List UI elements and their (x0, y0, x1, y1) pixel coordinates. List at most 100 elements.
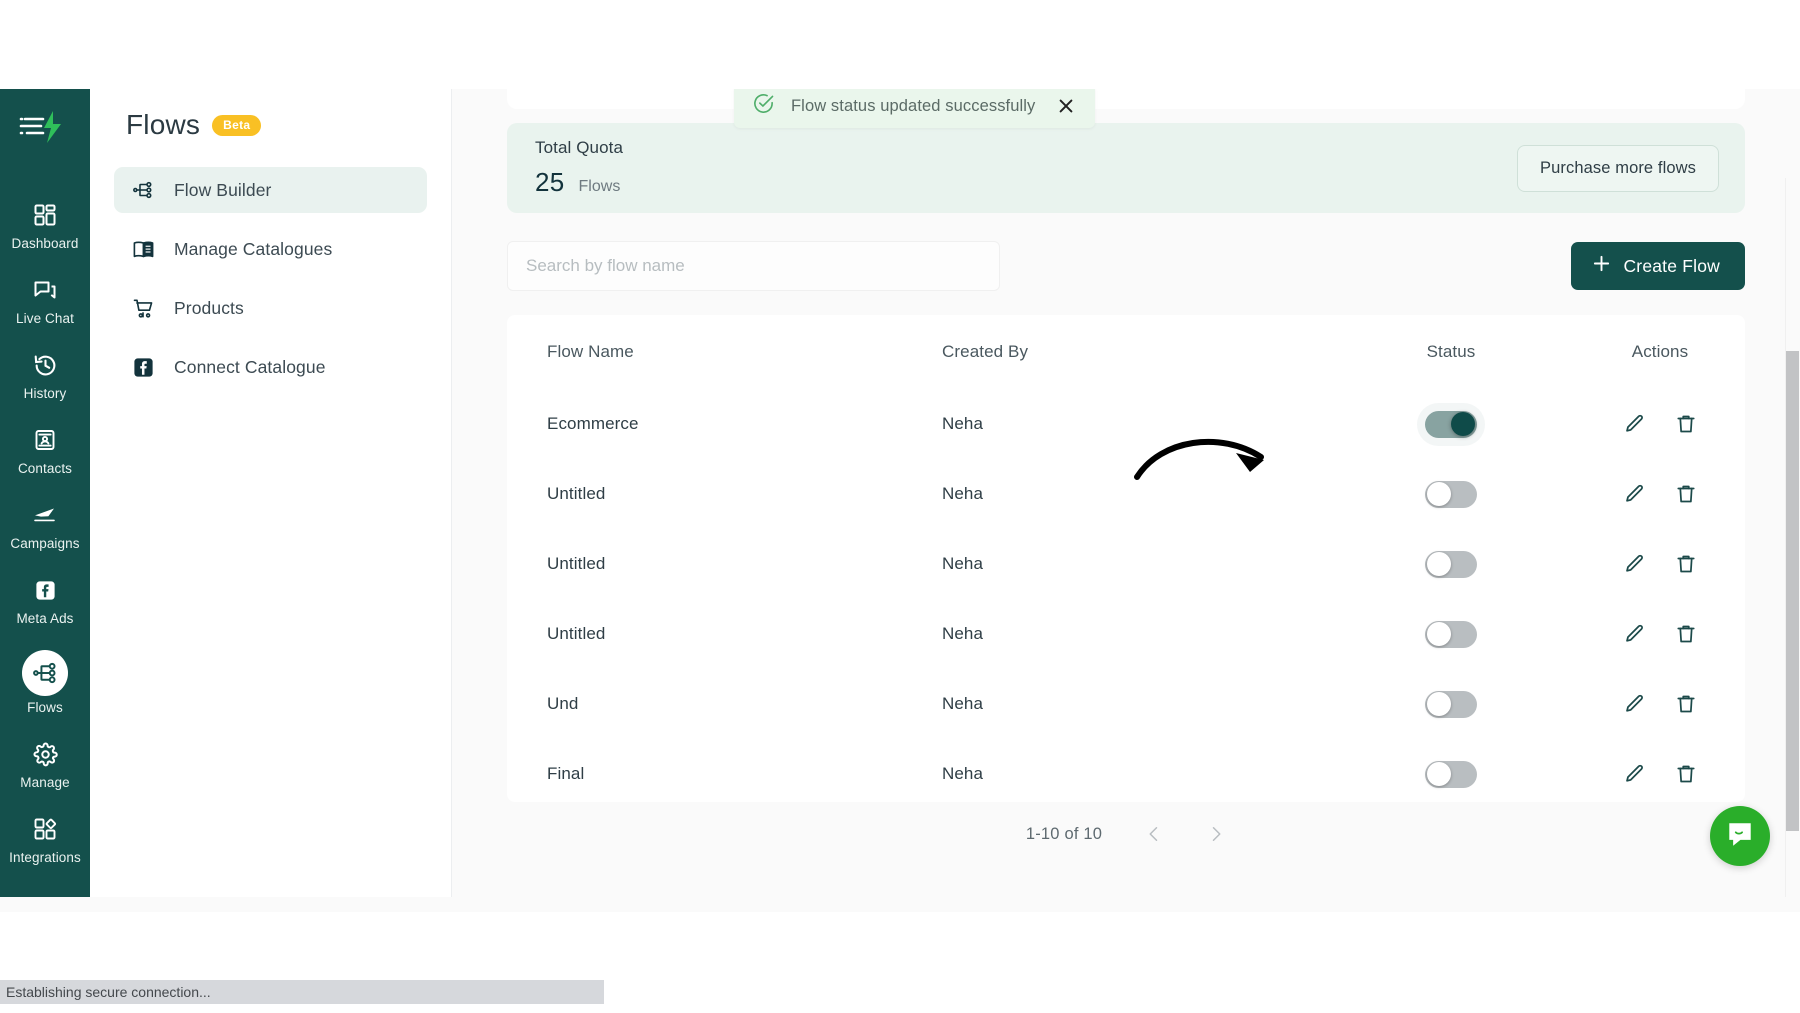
sidebar-item-label: Meta Ads (16, 611, 74, 626)
status-toggle[interactable] (1425, 550, 1477, 578)
sidebar-item-manage[interactable]: Manage (0, 730, 90, 798)
main-content: Total Quota 25 Flows Purchase more flows (452, 89, 1800, 904)
beta-badge: Beta (212, 114, 262, 136)
gear-icon (28, 739, 62, 769)
status-toggle[interactable] (1425, 620, 1477, 648)
edit-icon[interactable] (1623, 483, 1645, 505)
page-title: Flows (126, 109, 201, 140)
sidebar-item-label: Live Chat (16, 311, 74, 326)
edit-icon[interactable] (1623, 553, 1645, 575)
sidebar-item-label: Manage Catalogues (174, 238, 333, 259)
table-row: Untitled Neha (547, 599, 1705, 669)
chat-launcher-button[interactable] (1710, 806, 1770, 866)
status-toggle[interactable] (1425, 760, 1477, 788)
vertical-scrollbar-thumb[interactable] (1786, 351, 1799, 831)
sidebar-item-connect-catalogue[interactable]: Connect Catalogue (114, 344, 427, 390)
delete-icon[interactable] (1675, 763, 1697, 785)
edit-icon[interactable] (1623, 693, 1645, 715)
cell-flow-name: Ecommerce (547, 414, 639, 433)
column-header-status: Status (1426, 342, 1476, 361)
create-flow-label: Create Flow (1623, 255, 1720, 276)
status-toggle[interactable] (1425, 480, 1477, 508)
cell-status (1287, 620, 1615, 648)
sidebar-item-integrations[interactable]: Integrations (0, 805, 90, 873)
cell-flow-name: Final (547, 764, 585, 783)
edit-icon[interactable] (1623, 623, 1645, 645)
sidebar-item-campaigns[interactable]: Campaigns (0, 491, 90, 559)
sidebar-item-flow-builder[interactable]: Flow Builder (114, 167, 427, 213)
cell-actions (1615, 623, 1705, 645)
cell-status (1287, 480, 1615, 508)
toast-notification: Flow status updated successfully (734, 89, 1096, 128)
toast-message: Flow status updated successfully (791, 96, 1036, 115)
sidebar-item-dashboard[interactable]: Dashboard (0, 191, 90, 259)
cell-created-by: Neha (942, 414, 984, 433)
edit-icon[interactable] (1623, 763, 1645, 785)
table-row: Und Neha (547, 669, 1705, 739)
sidebar-item-flows[interactable]: Flows (0, 641, 90, 723)
sidebar-item-label: Flows (27, 700, 63, 715)
cell-created-by: Neha (942, 764, 984, 783)
status-toggle[interactable] (1417, 402, 1485, 446)
previous-card-edge (507, 89, 1745, 109)
table-header-row: Flow Name Created By Status Actions (547, 315, 1705, 389)
create-flow-button[interactable]: Create Flow (1571, 242, 1745, 290)
table-row: Ecommerce Neha (547, 389, 1705, 459)
delete-icon[interactable] (1675, 553, 1697, 575)
quota-value-row: 25 Flows (535, 167, 623, 198)
sidebar-item-label: Contacts (17, 461, 73, 476)
sidebar-item-label: Dashboard (11, 236, 79, 251)
chevron-left-icon[interactable] (1144, 824, 1164, 844)
sidebar-item-history[interactable]: History (0, 341, 90, 409)
cart-icon (130, 295, 156, 321)
delete-icon[interactable] (1675, 413, 1697, 435)
sidebar-item-products[interactable]: Products (114, 285, 427, 331)
plus-icon (1592, 254, 1611, 278)
status-toggle[interactable] (1425, 690, 1477, 718)
search-toolbar: Create Flow (507, 241, 1745, 291)
cell-actions (1615, 553, 1705, 575)
edit-icon[interactable] (1623, 413, 1645, 435)
app-root: Dashboard Live Chat History Contacts Cam… (0, 0, 1800, 1013)
sidebar-item-meta-ads[interactable]: Meta Ads (0, 566, 90, 634)
sidebar-item-label: History (23, 386, 67, 401)
close-icon[interactable] (1051, 97, 1075, 115)
horizontal-scrollbar-track[interactable] (0, 897, 1800, 912)
primary-sidebar: Dashboard Live Chat History Contacts Cam… (0, 89, 90, 904)
sidebar-item-contacts[interactable]: Contacts (0, 416, 90, 484)
delete-icon[interactable] (1675, 693, 1697, 715)
cell-flow-name: Untitled (547, 554, 606, 573)
cell-created-by: Neha (942, 554, 984, 573)
flows-table: Flow Name Created By Status Actions Ecom… (507, 315, 1745, 802)
book-icon (130, 236, 156, 262)
browser-status-bar: Establishing secure connection... (0, 980, 604, 1004)
pagination-range: 1-10 of 10 (1025, 824, 1103, 843)
quota-card: Total Quota 25 Flows Purchase more flows (507, 89, 1745, 213)
sidebar-item-label: Campaigns (10, 536, 80, 551)
cell-created-by: Neha (942, 484, 984, 503)
cell-created-by: Neha (942, 694, 984, 713)
column-header-flow-name: Flow Name (547, 342, 634, 361)
campaigns-icon (28, 500, 62, 530)
check-circle-icon (752, 92, 775, 120)
secondary-sidebar: Flows Beta Flow Builder Manage Catalogue… (90, 89, 452, 904)
flows-icon (22, 650, 68, 696)
contacts-icon (28, 425, 62, 455)
sidebar-item-manage-catalogues[interactable]: Manage Catalogues (114, 226, 427, 272)
chevron-right-icon[interactable] (1206, 824, 1226, 844)
delete-icon[interactable] (1675, 483, 1697, 505)
sidebar-item-live-chat[interactable]: Live Chat (0, 266, 90, 334)
quota-number: 25 (535, 167, 565, 197)
search-input[interactable] (507, 241, 1000, 291)
delete-icon[interactable] (1675, 623, 1697, 645)
browser-viewport: Dashboard Live Chat History Contacts Cam… (0, 89, 1800, 904)
quota-unit: Flows (578, 178, 621, 195)
cell-status (1287, 402, 1615, 446)
flows-logo-icon[interactable] (16, 103, 74, 151)
purchase-more-flows-button[interactable]: Purchase more flows (1517, 144, 1719, 192)
sidebar-item-label: Connect Catalogue (174, 356, 326, 377)
quota-label: Total Quota (535, 138, 624, 157)
page-title-row: Flows Beta (114, 89, 427, 151)
cell-actions (1615, 413, 1705, 435)
quota-info: Total Quota 25 Flows (535, 138, 623, 198)
